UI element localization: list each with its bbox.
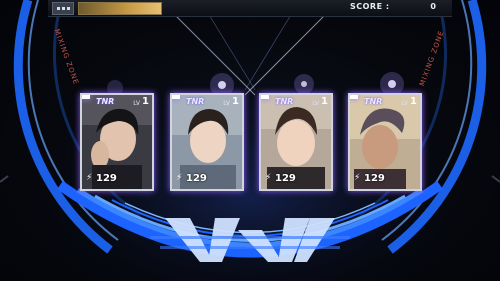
- ring-graphics: [0, 0, 500, 281]
- lightning-icon: ⚡: [354, 173, 361, 183]
- score-value: 0: [430, 2, 436, 11]
- card-badge: TNR: [186, 97, 205, 106]
- level-value: 1: [410, 96, 417, 107]
- member-card[interactable]: TNR LV 1 ⚡ 129: [80, 93, 154, 191]
- mixing-zone-stage: SCORE : 0 MIXING ZONE MIXING ZONE TNR LV…: [0, 0, 500, 281]
- level-label: LV: [401, 100, 408, 107]
- card-badge: TNR: [364, 97, 383, 106]
- member-photo: [82, 95, 152, 189]
- level-label: LV: [223, 100, 230, 107]
- member-card[interactable]: TNR LV 1 ⚡ 129: [170, 93, 244, 191]
- menu-dot-icon: [57, 7, 60, 10]
- member-card[interactable]: TNR LV 1 ⚡ 129: [259, 93, 333, 191]
- score-display: SCORE : 0: [342, 2, 442, 13]
- menu-button[interactable]: [52, 2, 74, 15]
- member-photo: [350, 95, 420, 189]
- level-value: 1: [321, 96, 328, 107]
- level-label: LV: [133, 100, 140, 107]
- lightning-icon: ⚡: [176, 173, 183, 183]
- power-value: 129: [275, 173, 296, 184]
- energy-gauge: [78, 2, 162, 15]
- power-value: 129: [364, 173, 385, 184]
- level-label: LV: [312, 100, 319, 107]
- card-badge: TNR: [96, 97, 115, 106]
- member-photo: [261, 95, 331, 189]
- lightning-icon: ⚡: [86, 173, 93, 183]
- member-photo: [172, 95, 242, 189]
- menu-dot-icon: [62, 7, 65, 10]
- level-value: 1: [232, 96, 239, 107]
- power-value: 129: [186, 173, 207, 184]
- level-value: 1: [142, 96, 149, 107]
- lightning-icon: ⚡: [265, 173, 272, 183]
- score-label: SCORE :: [350, 2, 390, 11]
- member-card[interactable]: TNR LV 1 ⚡ 129: [348, 93, 422, 191]
- menu-dot-icon: [67, 7, 70, 10]
- power-value: 129: [96, 173, 117, 184]
- card-badge: TNR: [275, 97, 294, 106]
